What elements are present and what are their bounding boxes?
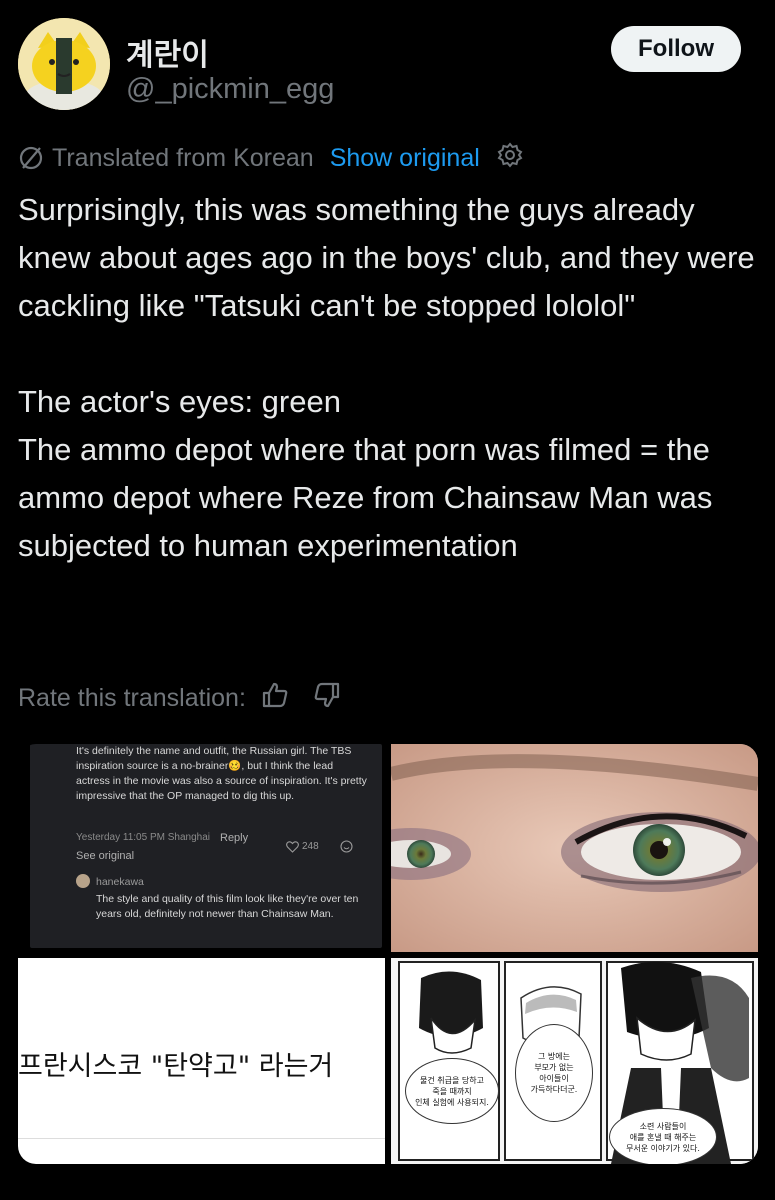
divider [18,1138,385,1139]
reply-link[interactable]: Reply [220,832,248,844]
speech-bubble: 그 방에는 부모가 없는 아이들이 가득하다더군. [515,1024,593,1122]
comment-reply-text: The style and quality of this film look … [96,893,359,920]
see-original-link[interactable]: See original [76,850,134,862]
gear-icon[interactable] [496,141,524,176]
translation-notice: Translated from Korean Show original [18,140,524,176]
comment-text: It's definitely the name and outfit, the… [76,745,367,802]
display-name[interactable]: 계란이 [126,30,209,74]
user-handle[interactable]: @_pickmin_egg [126,73,334,106]
pikmin-egg-avatar-icon [18,18,110,110]
translated-from-label: Translated from Korean [52,143,314,172]
speech-bubble: 물건 취급을 당하고 죽을 때까지 인체 실험에 사용되지. [405,1058,499,1124]
eye-photo-icon [391,744,758,952]
media-manga-panels[interactable]: 물건 취급을 당하고 죽을 때까지 인체 실험에 사용되지. 그 방에는 부모가… [391,958,758,1164]
media-korean-text[interactable]: 프란시스코 "탄약고" 라는거 [18,958,385,1164]
translate-slash-icon [19,146,43,170]
thumbs-down-icon[interactable] [312,680,342,717]
follow-button[interactable]: Follow [611,26,741,72]
media-comment-screenshot[interactable]: It's definitely the name and outfit, the… [18,744,385,952]
tweet-text: Surprisingly, this was something the guy… [18,192,755,563]
media-eye-closeup[interactable] [391,744,758,952]
comment-timestamp: Yesterday 11:05 PM Shanghai [76,832,210,843]
comment-card: It's definitely the name and outfit, the… [30,744,382,948]
media-grid[interactable]: It's definitely the name and outfit, the… [18,744,758,1164]
emoji-react-icon [340,840,353,858]
avatar[interactable] [18,18,110,110]
commenter-name: hanekawa [96,876,144,888]
show-original-link[interactable]: Show original [330,144,480,173]
rate-translation: Rate this translation: [18,680,342,716]
tweet-header: 계란이 @_pickmin_egg Follow [18,18,741,110]
like-count: 248 [302,841,319,852]
commenter-avatar [76,874,90,888]
thumbs-up-icon[interactable] [260,680,290,717]
korean-caption: 프란시스코 "탄약고" 라는거 [18,1051,334,1082]
heart-icon [286,840,299,858]
rate-translation-label: Rate this translation: [18,683,246,712]
speech-bubble: 소련 사람들이 애를 혼낼 때 해주는 무서운 이야기가 있다. [609,1108,717,1164]
